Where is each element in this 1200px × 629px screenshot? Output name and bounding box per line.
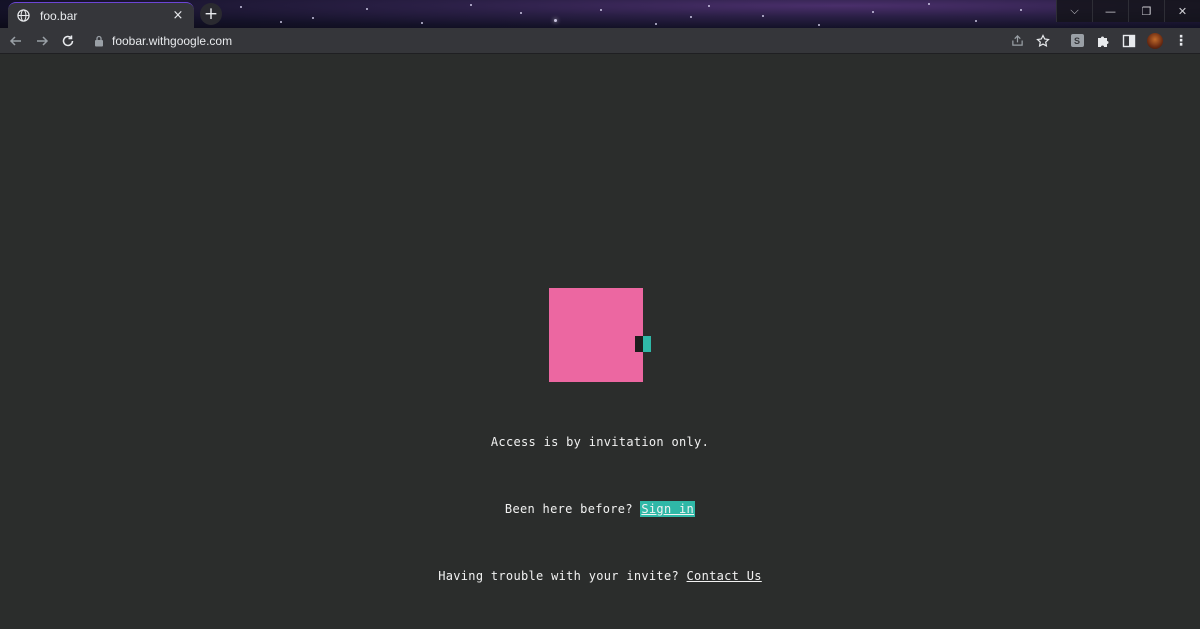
back-arrow-icon [9, 35, 21, 46]
been-here-text: Been here before? [504, 502, 633, 516]
cursor-block-dark [635, 336, 643, 352]
foobar-logo-square [549, 288, 643, 382]
share-icon[interactable] [1004, 30, 1030, 52]
reload-button[interactable] [56, 29, 80, 53]
tab-title: foo.bar [40, 8, 78, 23]
menu-kebab-icon[interactable]: ⋮ [1168, 30, 1194, 52]
trouble-text: Having trouble with your invite? [438, 569, 679, 583]
extension-s-button[interactable]: S [1064, 30, 1090, 52]
browser-toolbar: foobar.withgoogle.com S ⋮ [0, 28, 1200, 54]
page-content: Access is by invitation only. Been here … [0, 55, 1200, 629]
forward-button[interactable] [30, 29, 54, 53]
profile-avatar-button[interactable] [1142, 30, 1168, 52]
tab-foo-bar[interactable]: foo.bar × [8, 2, 194, 28]
access-message: Access is by invitation only. [0, 435, 1200, 449]
avatar [1147, 32, 1163, 49]
lock-icon[interactable] [92, 34, 106, 48]
contact-us-link[interactable]: Contact Us [687, 569, 762, 583]
close-window-button[interactable]: ✕ [1164, 0, 1200, 22]
signin-prompt: Been here before? Sign in [0, 501, 1200, 517]
side-panel-icon[interactable] [1116, 30, 1142, 52]
forward-arrow-icon [37, 35, 49, 46]
reload-icon [62, 35, 74, 46]
new-tab-button[interactable]: + [200, 3, 222, 25]
globe-icon [16, 9, 30, 23]
minimize-button[interactable]: — [1092, 0, 1128, 22]
url-text: foobar.withgoogle.com [112, 33, 233, 48]
extension-s-icon: S [1070, 34, 1084, 47]
sign-in-link[interactable]: Sign in [640, 501, 696, 517]
contact-prompt: Having trouble with your invite? Contact… [0, 569, 1200, 583]
bookmark-star-icon[interactable] [1030, 30, 1056, 52]
back-button[interactable] [4, 29, 28, 53]
tab-search-button[interactable]: ⌵ [1056, 0, 1092, 22]
address-bar[interactable]: foobar.withgoogle.com [86, 30, 1004, 52]
cursor-block-teal [643, 336, 651, 352]
tab-close-icon[interactable]: × [170, 8, 186, 23]
restore-button[interactable]: ❐ [1128, 0, 1164, 22]
access-text: Access is by invitation only. [490, 435, 710, 449]
tab-strip: foo.bar × + ⌵ — ❐ ✕ [0, 0, 1200, 28]
extensions-puzzle-icon[interactable] [1090, 30, 1116, 52]
